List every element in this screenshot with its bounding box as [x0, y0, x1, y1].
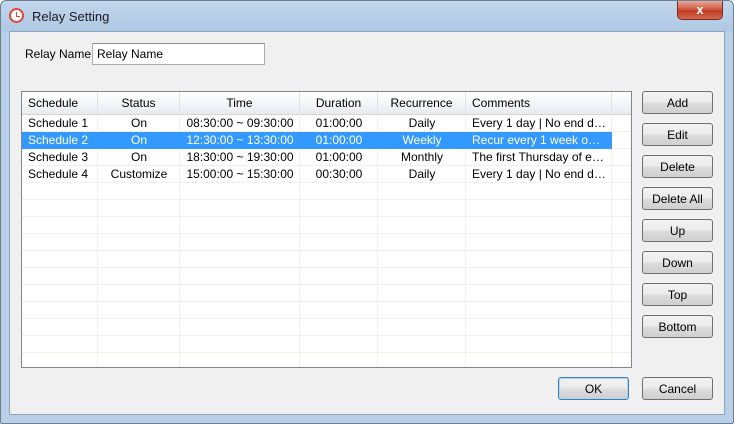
ok-button[interactable]: OK: [558, 377, 629, 400]
cell-time: 08:30:00 ~ 09:30:00: [186, 116, 294, 130]
grid-line: [22, 250, 631, 251]
up-button[interactable]: Up: [642, 219, 713, 242]
title-bar[interactable]: Relay Setting x: [1, 1, 733, 31]
dialog-body: Relay Name: Schedule Status Time Duratio…: [9, 31, 725, 415]
header-status[interactable]: Status: [98, 92, 180, 114]
edit-button[interactable]: Edit: [642, 123, 713, 146]
table-row-selected[interactable]: Schedule 2 On 12:30:00 ~ 13:30:00 01:00:…: [22, 132, 612, 149]
table-row[interactable]: Schedule 1 On 08:30:00 ~ 09:30:00 01:00:…: [22, 115, 612, 132]
grid-line: [22, 267, 631, 268]
cell-recurrence: Weekly: [402, 133, 442, 147]
cell-status: On: [130, 150, 147, 164]
cell-schedule: Schedule 3: [28, 150, 89, 164]
cell-comments: The first Thursday of ever...: [472, 150, 612, 164]
grid-line: [22, 233, 631, 234]
relay-name-label: Relay Name:: [25, 47, 95, 61]
grid-line: [22, 352, 631, 353]
cell-status: On: [130, 133, 147, 147]
top-button[interactable]: Top: [642, 283, 713, 306]
cell-recurrence: Monthly: [400, 150, 444, 164]
grid-line: [22, 335, 631, 336]
close-button[interactable]: x: [677, 1, 723, 20]
cell-recurrence: Daily: [408, 116, 436, 130]
cell-time: 12:30:00 ~ 13:30:00: [186, 133, 294, 147]
grid-line: [22, 301, 631, 302]
relay-name-input[interactable]: [92, 43, 265, 65]
bottom-button[interactable]: Bottom: [642, 315, 713, 338]
cell-duration: 01:00:00: [315, 133, 363, 147]
cell-schedule: Schedule 4: [28, 167, 89, 181]
cell-duration: 01:00:00: [315, 150, 363, 164]
cell-schedule: Schedule 1: [28, 116, 89, 130]
cell-comments: Every 1 day | No end date: [472, 116, 611, 130]
header-schedule[interactable]: Schedule: [22, 92, 98, 114]
cell-comments: Every 1 day | No end date: [472, 167, 611, 181]
grid-line: [22, 284, 631, 285]
cell-schedule: Schedule 2: [28, 133, 89, 147]
grid-line: [22, 318, 631, 319]
header-time[interactable]: Time: [180, 92, 300, 114]
cell-duration: 01:00:00: [315, 116, 363, 130]
cell-time: 15:00:00 ~ 15:30:00: [186, 167, 294, 181]
cell-status: Customize: [110, 167, 168, 181]
grid-line: [22, 199, 631, 200]
alarm-clock-icon: [9, 8, 24, 23]
cancel-button[interactable]: Cancel: [642, 377, 713, 400]
relay-setting-window: Relay Setting x Relay Name: Schedule Sta…: [0, 0, 734, 424]
table-row[interactable]: Schedule 3 On 18:30:00 ~ 19:30:00 01:00:…: [22, 149, 612, 166]
table-row[interactable]: Schedule 4 Customize 15:00:00 ~ 15:30:00…: [22, 166, 612, 183]
schedule-table[interactable]: Schedule Status Time Duration Recurrence…: [21, 91, 632, 368]
cell-comments: Recur every 1 week on:W...: [472, 133, 612, 147]
add-button[interactable]: Add: [642, 91, 713, 114]
delete-all-button[interactable]: Delete All: [642, 187, 713, 210]
header-comments[interactable]: Comments: [466, 92, 612, 114]
header-filler: [612, 92, 631, 114]
cell-duration: 00:30:00: [315, 167, 363, 181]
cell-status: On: [130, 116, 147, 130]
window-title: Relay Setting: [32, 9, 110, 24]
table-header: Schedule Status Time Duration Recurrence…: [22, 92, 631, 115]
header-recurrence[interactable]: Recurrence: [378, 92, 466, 114]
grid-line: [22, 216, 631, 217]
down-button[interactable]: Down: [642, 251, 713, 274]
delete-button[interactable]: Delete: [642, 155, 713, 178]
cell-time: 18:30:00 ~ 19:30:00: [186, 150, 294, 164]
cell-recurrence: Daily: [408, 167, 436, 181]
header-duration[interactable]: Duration: [300, 92, 378, 114]
